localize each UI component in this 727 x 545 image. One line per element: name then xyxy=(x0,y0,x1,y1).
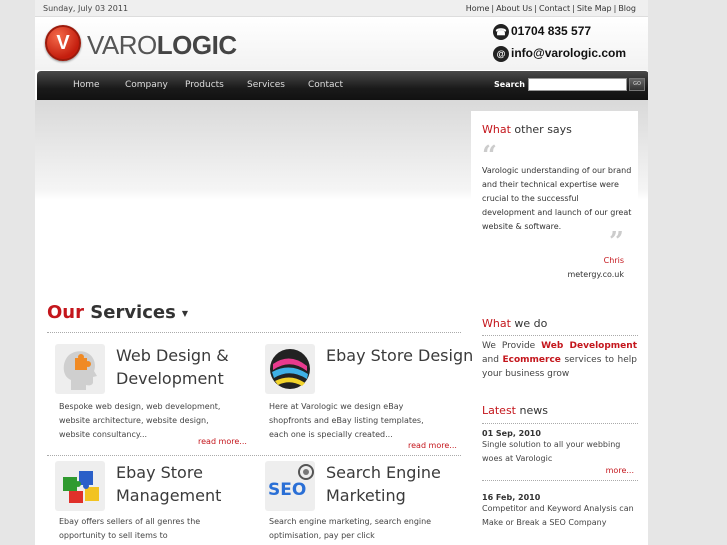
top-link-blog[interactable]: Blog xyxy=(618,4,636,13)
news-more-link[interactable]: more... xyxy=(482,466,634,475)
search-label: Search xyxy=(494,80,525,89)
search-input[interactable] xyxy=(528,78,627,91)
phone-contact: ☎ 01704 835 577 xyxy=(493,24,591,40)
header: V VAROLOGIC ☎ 01704 835 577 @ info@varolog… xyxy=(35,17,648,70)
nav-item-products[interactable]: Products xyxy=(185,80,224,90)
latest-news-heading: Latest news xyxy=(482,404,640,417)
what-we-do-text: We Provide Web Development and Ecommerce… xyxy=(482,339,637,381)
email-address[interactable]: info@varologic.com xyxy=(511,46,626,60)
nav-item-home[interactable]: Home xyxy=(73,80,100,90)
page: Sunday, July 03 2011 Home | About Us | Conta… xyxy=(35,0,648,545)
service-description: Bespoke web design, web development, web… xyxy=(59,402,221,439)
wwd-text-2: and xyxy=(482,355,503,365)
testimonial-author: Chris xyxy=(603,256,624,265)
read-more-link[interactable]: read more... xyxy=(198,437,247,446)
nav-item-company[interactable]: Company xyxy=(125,80,168,90)
testimonial-heading-rest: other says xyxy=(510,123,572,136)
news-divider xyxy=(482,480,638,481)
news-text[interactable]: Single solution to all your webbing woes… xyxy=(482,438,640,466)
news-date: 01 Sep, 2010 xyxy=(482,429,541,438)
testimonial-site: metergy.co.uk xyxy=(567,270,624,279)
wwd-text-1: We Provide xyxy=(482,341,542,351)
current-date: Sunday, July 03 2011 xyxy=(43,4,129,13)
testimonial-text: Varologic understanding of our brand and… xyxy=(482,166,632,231)
latest-news-heading-rest: news xyxy=(516,404,548,417)
top-link-about-us[interactable]: About Us xyxy=(496,4,532,13)
testimonial-heading-accent: What xyxy=(482,123,511,136)
seo-icon: SEO xyxy=(265,461,315,511)
services-row-divider xyxy=(47,455,461,456)
web-development-link[interactable]: Web Development xyxy=(541,341,637,351)
logo-mark-letter: V xyxy=(56,32,70,54)
puzzle-pieces-icon xyxy=(55,461,105,511)
service-description: Search engine marketing, search engine o… xyxy=(269,517,432,540)
logo-text-light: VARO xyxy=(87,30,157,60)
latest-news-heading-accent: Latest xyxy=(482,404,516,417)
email-contact: @ info@varologic.com xyxy=(493,46,626,62)
what-we-do-heading-rest: we do xyxy=(510,317,548,330)
top-link-site-map[interactable]: Site Map xyxy=(577,4,612,13)
ecommerce-link[interactable]: Ecommerce xyxy=(503,355,561,365)
read-more-link[interactable]: read more... xyxy=(408,441,457,450)
what-we-do-section: What we do We Provide Web Development an… xyxy=(482,317,638,381)
top-link-home[interactable]: Home xyxy=(466,4,490,13)
services-heading: Our Services ▼ xyxy=(47,302,188,323)
news-text[interactable]: Competitor and Keyword Analysis can Make… xyxy=(482,502,640,530)
testimonial-box: What other says “ Varologic understandin… xyxy=(471,111,638,291)
nav-item-contact[interactable]: Contact xyxy=(308,80,343,90)
phone-icon: ☎ xyxy=(493,24,509,40)
latest-news-divider xyxy=(482,423,638,424)
service-description: Ebay offers sellers of all genres the op… xyxy=(59,517,201,540)
head-puzzle-icon xyxy=(55,344,105,394)
testimonial-heading: What other says xyxy=(482,123,572,136)
logo-mark[interactable]: V xyxy=(45,25,81,61)
logo-text-bold: LOGIC xyxy=(156,30,237,60)
service-title[interactable]: Web Design & Development xyxy=(116,344,266,390)
services-heading-accent: Our xyxy=(47,302,84,323)
quote-close-icon: ” xyxy=(609,227,624,257)
svg-text:SEO: SEO xyxy=(268,480,306,500)
what-we-do-heading: What we do xyxy=(482,317,637,330)
what-we-do-divider xyxy=(482,335,638,336)
latest-news-section: Latest news 01 Sep, 2010 Single solution… xyxy=(482,404,640,530)
what-we-do-heading-accent: What xyxy=(482,317,511,330)
at-icon: @ xyxy=(493,46,509,62)
services-divider xyxy=(47,332,461,333)
top-bar: Sunday, July 03 2011 Home | About Us | Conta… xyxy=(35,0,648,17)
news-date: 16 Feb, 2010 xyxy=(482,493,541,502)
search-go-button[interactable]: GO xyxy=(629,78,645,91)
service-description: Here at Varologic we design eBay shopfro… xyxy=(269,402,424,439)
phone-number: 01704 835 577 xyxy=(511,24,592,39)
services-heading-rest: Services xyxy=(84,302,176,323)
logo-text[interactable]: VAROLOGIC xyxy=(87,30,237,61)
caret-down-icon[interactable]: ▼ xyxy=(182,309,188,318)
service-title[interactable]: Ebay Store Design xyxy=(326,344,476,367)
color-ball-icon xyxy=(265,344,315,394)
top-links: Home | About Us | Contact | Site Map | Blog xyxy=(465,4,636,13)
nav-item-services[interactable]: Services xyxy=(247,80,285,90)
main-nav: Home Company Products Services Contact S… xyxy=(37,71,648,100)
service-title[interactable]: Search Engine Marketing xyxy=(326,461,476,507)
top-link-contact[interactable]: Contact xyxy=(539,4,570,13)
service-title[interactable]: Ebay Store Management xyxy=(116,461,266,507)
